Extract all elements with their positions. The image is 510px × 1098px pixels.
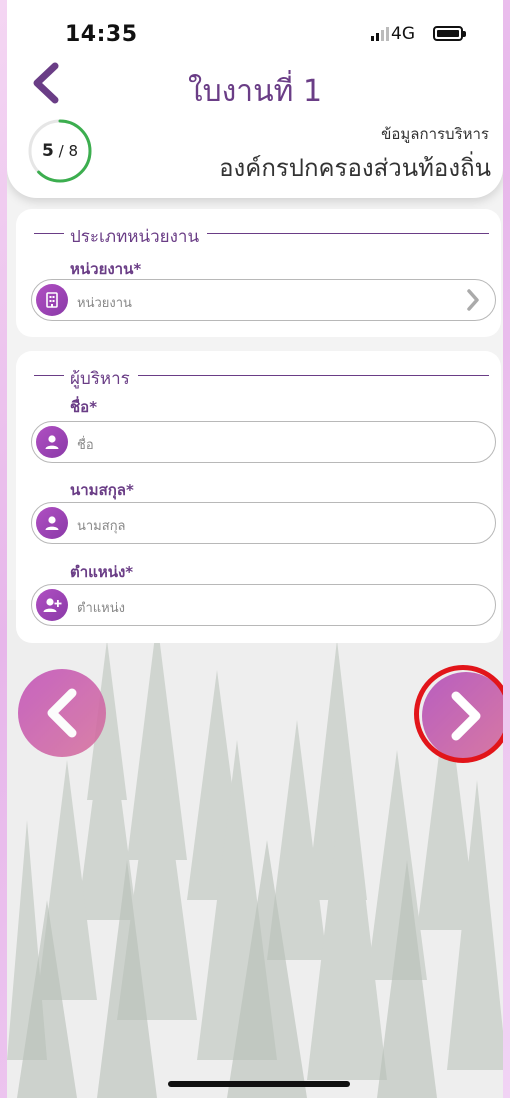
page-title: ใบงานที่ 1 (187, 74, 323, 109)
progress-label: 5 / 8 (27, 118, 93, 184)
first-name-placeholder: ชื่อ (77, 438, 94, 453)
first-name-field[interactable]: ชื่อ (31, 421, 496, 463)
chevron-left-icon (47, 688, 77, 738)
last-name-field[interactable]: นามสกุล (31, 502, 496, 544)
position-placeholder: ตำแหน่ง (77, 601, 125, 616)
progress-separator: / (53, 142, 69, 160)
previous-button[interactable] (18, 669, 106, 757)
progress-total: 8 (68, 142, 78, 160)
first-name-label: ชื่อ* (70, 398, 98, 416)
building-icon (36, 284, 68, 316)
administrator-card: ผู้บริหาร ชื่อ* ชื่อ นามสกุล* นามสกุล ตำ (16, 351, 501, 643)
unit-label: หน่วยงาน* (70, 260, 142, 278)
unit-type-heading: ประเภทหน่วยงาน (70, 223, 208, 250)
progress-current: 5 (42, 141, 54, 161)
status-bar: 14:35 4G (7, 0, 503, 70)
unit-type-card: ประเภทหน่วยงาน หน่วยงาน* หน่วยงาน (16, 209, 501, 337)
next-button-highlight (414, 665, 503, 763)
battery-icon (433, 26, 466, 41)
unit-type-legend: ประเภทหน่วยงาน (34, 223, 489, 250)
section-label: ข้อมูลการบริหาร (381, 125, 489, 143)
last-name-placeholder: นามสกุล (77, 519, 126, 534)
user-icon (36, 426, 68, 458)
position-label: ตำแหน่ง* (70, 563, 134, 581)
user-plus-icon (36, 589, 68, 621)
administrator-legend: ผู้บริหาร (34, 365, 489, 392)
last-name-label: นามสกุล* (70, 481, 134, 499)
administrator-heading: ผู้บริหาร (70, 365, 138, 392)
home-indicator (168, 1081, 350, 1087)
network-type: 4G (391, 24, 415, 44)
position-field[interactable]: ตำแหน่ง (31, 584, 496, 626)
chevron-right-icon (467, 289, 479, 311)
organization-name: องค์กรปกครองส่วนท้องถิ่น (219, 154, 491, 182)
status-time: 14:35 (65, 22, 138, 47)
phone-screen: 14:35 4G ใบงานที่ 1 5 / 8 ข้อมูลการบริหา… (7, 0, 503, 1098)
header-panel: 14:35 4G ใบงานที่ 1 5 / 8 ข้อมูลการบริหา… (7, 0, 503, 198)
user-icon (36, 507, 68, 539)
unit-select[interactable]: หน่วยงาน (31, 279, 496, 321)
signal-icon (371, 27, 389, 41)
unit-placeholder: หน่วยงาน (77, 296, 132, 311)
